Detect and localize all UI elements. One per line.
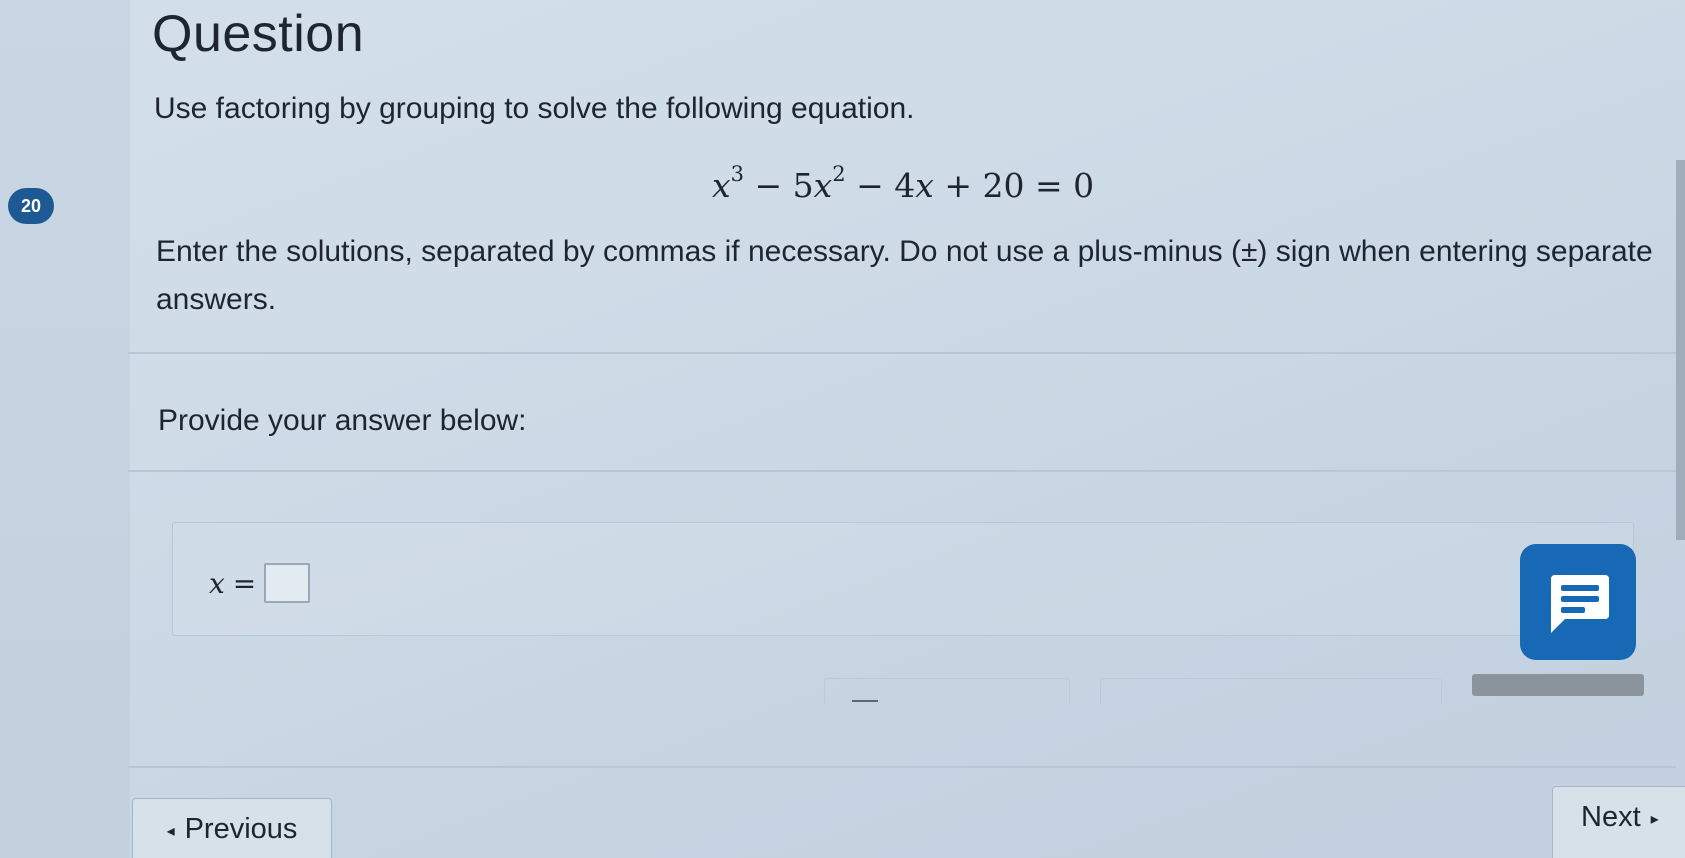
question-directions: Enter the solutions, separated by commas… [156,235,1653,316]
answer-row: x = [209,563,311,603]
page-title: Question [152,5,365,63]
next-button[interactable]: Next ▸ [1552,786,1685,858]
caret-right-icon: ▸ [1650,811,1659,828]
question-number-badge: 20 [8,188,54,224]
equation-term: − 5 [744,166,814,205]
answer-variable: x [209,566,225,600]
divider [128,352,1676,354]
chat-button[interactable] [1520,544,1636,660]
chat-bubble-icon [1551,575,1609,633]
question-instruction: Use factoring by grouping to solve the f… [154,92,915,125]
answer-panel: x = [172,522,1634,636]
equation-var: x [915,166,934,205]
divider [128,766,1676,768]
faint-control [1100,678,1442,705]
answer-input[interactable] [264,563,311,603]
answer-equals: = [232,566,257,600]
equation-var: x [712,166,731,205]
next-label: Next [1581,801,1641,833]
equation: x3 − 5x2 − 4x + 20 = 0 [712,162,1095,205]
equation-exponent: 2 [832,162,846,186]
equation-exponent: 3 [730,162,744,186]
faint-dash [852,700,878,702]
left-rail [0,0,130,858]
previous-label: Previous [184,813,298,845]
equation-term: − 4 [845,166,916,205]
question-page: 20 Question Use factoring by grouping to… [0,0,1685,858]
equation-term: + 20 = 0 [933,166,1095,205]
answer-prompt: Provide your answer below: [158,404,527,437]
progress-bar [1472,674,1644,696]
previous-button[interactable]: ◂ Previous [132,798,332,858]
divider [128,470,1676,472]
scrollbar[interactable] [1676,160,1685,540]
equation-var: x [813,166,833,205]
caret-left-icon: ◂ [166,823,175,840]
